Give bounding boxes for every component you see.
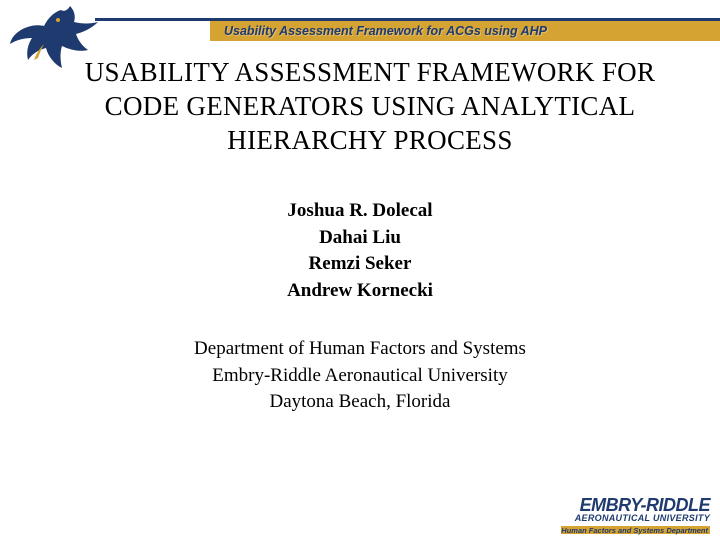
author-line: Remzi Seker bbox=[0, 251, 720, 278]
footer-department: Human Factors and Systems Department bbox=[561, 526, 708, 535]
footer-brand: EMBRY-RIDDLE bbox=[561, 496, 710, 514]
author-line: Joshua R. Dolecal bbox=[0, 198, 720, 225]
header-banner-text: Usability Assessment Framework for ACGs … bbox=[224, 24, 547, 38]
footer-subtitle: AERONAUTICAL UNIVERSITY bbox=[561, 514, 710, 524]
affiliation-line: Embry-Riddle Aeronautical University bbox=[0, 363, 720, 390]
header-banner: Usability Assessment Framework for ACGs … bbox=[210, 21, 720, 41]
author-line: Andrew Kornecki bbox=[0, 278, 720, 305]
affiliation-line: Daytona Beach, Florida bbox=[0, 389, 720, 416]
authors-block: Joshua R. Dolecal Dahai Liu Remzi Seker … bbox=[0, 198, 720, 304]
footer-gold-bar: Human Factors and Systems Department bbox=[561, 526, 710, 534]
footer-logo: EMBRY-RIDDLE AERONAUTICAL UNIVERSITY Hum… bbox=[561, 496, 710, 534]
slide-title: USABILITY ASSESSMENT FRAMEWORK FOR CODE … bbox=[70, 56, 670, 157]
header-bar: Usability Assessment Framework for ACGs … bbox=[95, 18, 720, 44]
author-line: Dahai Liu bbox=[0, 225, 720, 252]
affiliation-line: Department of Human Factors and Systems bbox=[0, 336, 720, 363]
affiliation-block: Department of Human Factors and Systems … bbox=[0, 336, 720, 416]
